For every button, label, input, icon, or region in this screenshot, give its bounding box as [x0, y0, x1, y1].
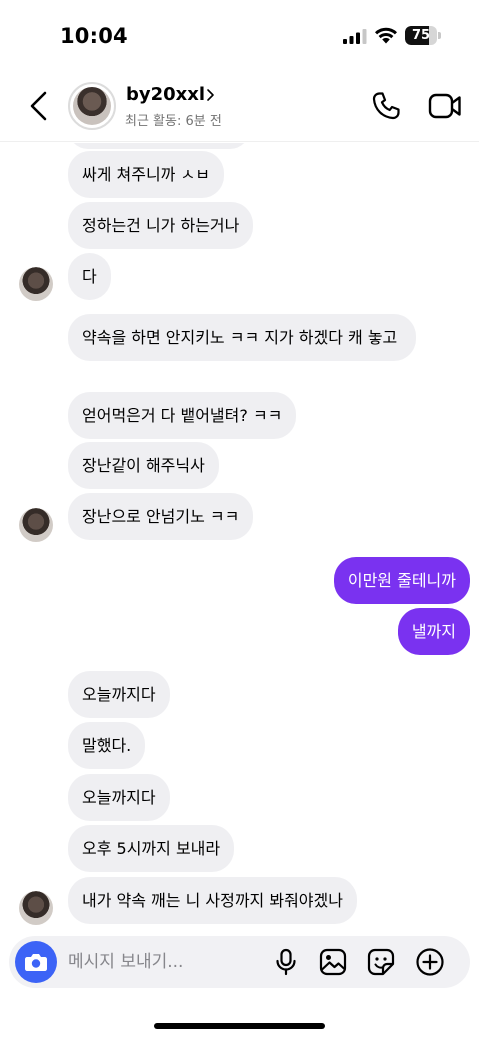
message-bubble-incoming[interactable]: 싸게 쳐주니까 ㅅㅂ — [68, 151, 224, 198]
video-camera-icon[interactable] — [428, 91, 462, 121]
image-icon[interactable] — [318, 947, 348, 977]
sticker-icon[interactable] — [366, 947, 396, 977]
previous-message-bubble — [68, 143, 250, 149]
battery-level: 75 — [411, 28, 431, 43]
message-bubble-incoming[interactable]: 얻어먹은거 다 뱉어낼텨? ㅋㅋ — [68, 392, 297, 439]
message-bubble-incoming[interactable]: 오후 5시까지 보내라 — [68, 825, 235, 872]
chevron-right-icon — [207, 89, 214, 101]
microphone-icon[interactable] — [271, 947, 301, 977]
wifi-icon — [375, 27, 397, 44]
message-composer — [9, 936, 470, 988]
status-time: 10:04 — [60, 24, 128, 48]
message-bubble-incoming[interactable]: 장난같이 해주닉사 — [68, 442, 219, 489]
sender-avatar[interactable] — [19, 267, 53, 301]
message-bubble-incoming[interactable]: 다 — [68, 253, 111, 300]
message-bubble-incoming[interactable]: 말했다. — [68, 722, 146, 769]
message-bubble-incoming[interactable]: 정하는건 니가 하는거나 — [68, 202, 254, 249]
cellular-signal-icon — [343, 29, 367, 44]
message-thread[interactable]: 싸게 쳐주니까 ㅅㅂ 정하는건 니가 하는거나 다 약속을 하면 안지키노 ㅋㅋ… — [0, 143, 479, 933]
profile-username[interactable]: by20xxl — [126, 84, 205, 105]
message-bubble-incoming[interactable]: 오늘까지다 — [68, 774, 170, 821]
camera-button[interactable] — [15, 941, 57, 983]
camera-icon — [25, 954, 47, 971]
status-bar: 10:04 75 — [0, 0, 479, 70]
message-bubble-outgoing[interactable]: 낼까지 — [397, 608, 470, 655]
plus-circle-icon[interactable] — [415, 947, 445, 977]
message-bubble-incoming[interactable]: 장난으로 안넘기노 ㅋㅋ — [68, 493, 254, 540]
activity-status: 최근 활동: 6분 전 — [125, 114, 222, 129]
message-input[interactable] — [68, 947, 258, 977]
sender-avatar[interactable] — [19, 508, 53, 542]
back-button[interactable] — [22, 88, 56, 124]
message-bubble-incoming[interactable]: 약속을 하면 안지키노 ㅋㅋ 지가 하겠다 캐 놓고 — [68, 314, 416, 361]
battery-indicator: 75 — [405, 26, 441, 45]
chat-header: by20xxl 최근 활동: 6분 전 — [0, 70, 479, 142]
home-indicator — [154, 1023, 325, 1029]
message-bubble-incoming[interactable]: 내가 약속 깨는 니 사정까지 봐줘야겠나 — [68, 877, 357, 924]
phone-icon[interactable] — [370, 90, 402, 122]
sender-avatar[interactable] — [19, 891, 53, 925]
message-bubble-incoming[interactable]: 오늘까지다 — [68, 671, 170, 718]
message-bubble-outgoing[interactable]: 이만원 줄테니까 — [333, 557, 470, 604]
profile-avatar[interactable] — [68, 82, 116, 130]
